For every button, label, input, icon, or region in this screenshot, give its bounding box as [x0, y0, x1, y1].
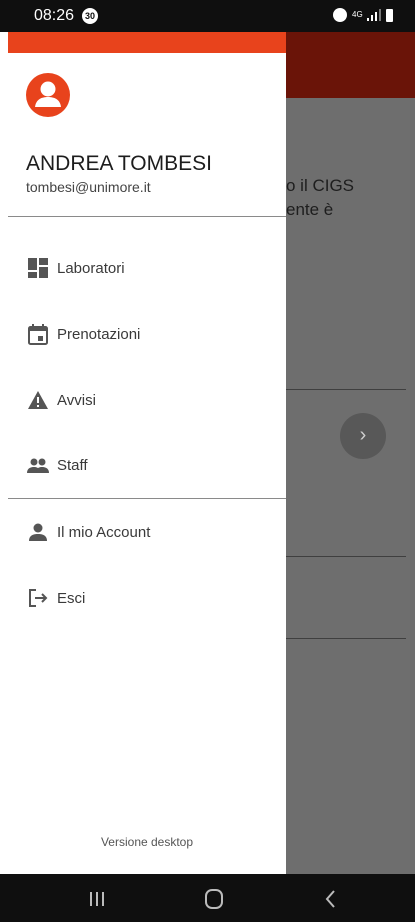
- background-divider: [286, 389, 406, 390]
- nav-item-laboratori[interactable]: Laboratori: [8, 246, 286, 290]
- nav-item-label: Prenotazioni: [57, 325, 141, 343]
- notification-count-badge: 30: [82, 8, 98, 24]
- warning-icon: [28, 391, 48, 409]
- dashboard-icon: [28, 258, 48, 278]
- nav-item-staff[interactable]: Staff: [8, 443, 286, 487]
- background-text-line-1: o il CIGS: [286, 176, 355, 195]
- account-circle-icon: [26, 73, 70, 117]
- back-icon[interactable]: [320, 888, 342, 910]
- nav-item-il-mio-account[interactable]: Il mio Account: [8, 510, 286, 554]
- home-icon[interactable]: [203, 888, 225, 910]
- background-next-button: ›: [340, 413, 386, 459]
- system-navigation-bar: [0, 874, 415, 922]
- people-icon: [27, 458, 49, 473]
- background-app-overlay[interactable]: o il CIGS ente è ›: [286, 32, 415, 874]
- nav-item-label: Laboratori: [57, 259, 125, 277]
- status-bar: 08:26 30 4G: [0, 0, 415, 32]
- drawer-divider: [8, 216, 286, 217]
- logout-icon: [29, 589, 48, 607]
- user-email: tombesi@unimore.it: [26, 179, 151, 195]
- background-text-line-2: ente è: [286, 200, 334, 219]
- calendar-icon: [28, 324, 48, 345]
- signal-icon: [367, 9, 381, 21]
- user-name: ANDREA TOMBESI: [26, 152, 212, 175]
- drawer-accent-bar: [8, 32, 286, 53]
- person-icon: [29, 523, 47, 541]
- nav-item-avvisi[interactable]: Avvisi: [8, 378, 286, 422]
- nav-item-label: Il mio Account: [57, 523, 151, 541]
- background-divider: [286, 556, 406, 557]
- status-time: 08:26: [34, 7, 75, 24]
- network-type-label: 4G: [352, 10, 363, 19]
- status-icons: 4G: [333, 8, 393, 22]
- nav-item-esci[interactable]: Esci: [8, 576, 286, 620]
- battery-icon: [386, 8, 393, 22]
- desktop-version-link[interactable]: Versione desktop: [8, 835, 286, 849]
- background-app-header: [286, 32, 415, 98]
- nav-item-label: Avvisi: [57, 391, 96, 409]
- nav-item-label: Staff: [57, 456, 88, 474]
- chevron-right-icon: ›: [359, 424, 367, 446]
- navigation-drawer: ANDREA TOMBESI tombesi@unimore.it Labora…: [8, 32, 286, 874]
- alarm-icon: [333, 8, 347, 22]
- recent-apps-icon[interactable]: [86, 888, 108, 910]
- drawer-divider: [8, 498, 286, 499]
- nav-item-label: Esci: [57, 589, 86, 607]
- background-divider: [286, 638, 406, 639]
- nav-item-prenotazioni[interactable]: Prenotazioni: [8, 312, 286, 356]
